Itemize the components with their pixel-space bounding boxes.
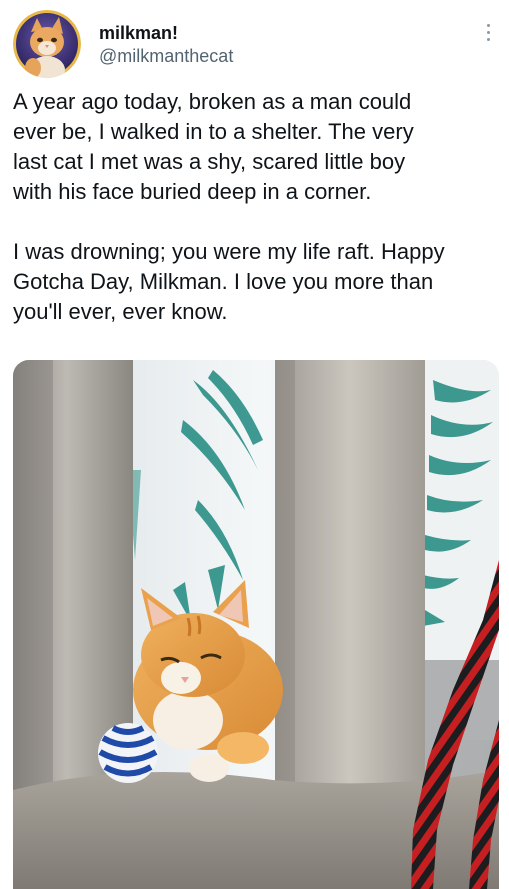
more-dot bbox=[487, 38, 490, 41]
author-handle[interactable]: @milkmanthecat bbox=[99, 45, 233, 67]
more-dot bbox=[487, 24, 490, 27]
tweet-photo[interactable] bbox=[13, 360, 499, 889]
more-options-icon[interactable] bbox=[476, 20, 500, 44]
avatar-cat-icon bbox=[13, 10, 81, 78]
cat-photo-image bbox=[13, 360, 499, 889]
more-dot bbox=[487, 31, 490, 34]
tweet-paragraph: A year ago today, broken as a man could … bbox=[13, 89, 414, 204]
author-avatar[interactable] bbox=[13, 10, 81, 78]
tweet-paragraph: I was drowning; you were my life raft. H… bbox=[13, 239, 445, 324]
tweet-text: A year ago today, broken as a man could … bbox=[13, 87, 505, 327]
author-display-name[interactable]: milkman! bbox=[99, 22, 178, 44]
tweet: milkman! @milkmanthecat A year ago today… bbox=[0, 0, 509, 889]
